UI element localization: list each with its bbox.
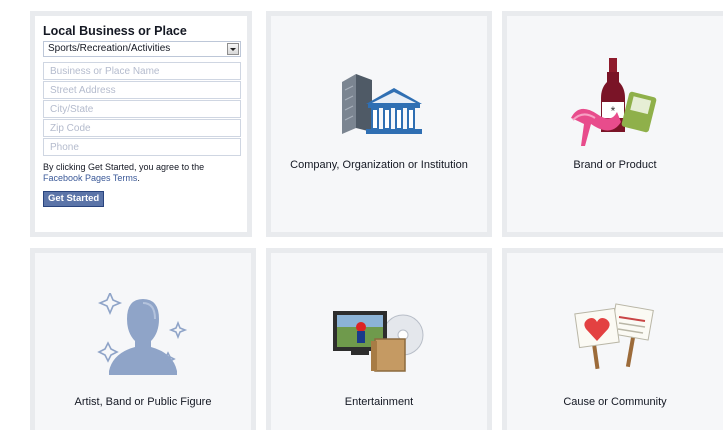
- cause-community-icon: [574, 303, 654, 370]
- artist-category-tile[interactable]: Artist, Band or Public Figure: [30, 248, 256, 430]
- business-name-input[interactable]: [43, 62, 241, 80]
- get-started-button[interactable]: Get Started: [43, 191, 105, 207]
- street-address-input[interactable]: [43, 81, 241, 99]
- category-select[interactable]: Sports/Recreation/Activities: [43, 41, 241, 57]
- entertainment-icon: [333, 311, 424, 372]
- company-category-label: Company, Organization or Institution: [290, 159, 468, 171]
- brand-category-label: Brand or Product: [573, 159, 657, 171]
- city-state-input[interactable]: [43, 100, 241, 118]
- company-category-tile[interactable]: Company, Organization or Institution: [266, 11, 492, 237]
- category-select-value: Sports/Recreation/Activities: [48, 43, 171, 54]
- local-business-tile: Local Business or Place Sports/Recreatio…: [30, 11, 252, 237]
- terms-period: .: [137, 173, 140, 183]
- zip-code-input[interactable]: [43, 119, 241, 137]
- terms-text: By clicking Get Started, you agree to th…: [43, 162, 205, 172]
- chevron-down-icon[interactable]: [227, 43, 239, 55]
- phone-input[interactable]: [43, 138, 241, 156]
- cause-category-label: Cause or Community: [563, 396, 667, 408]
- local-business-title: Local Business or Place: [43, 24, 187, 38]
- entertainment-category-label: Entertainment: [344, 396, 414, 408]
- company-building-icon: [342, 74, 422, 134]
- pages-terms-link[interactable]: Facebook Pages Terms: [43, 173, 137, 183]
- public-figure-icon: [97, 293, 188, 375]
- terms-notice: By clicking Get Started, you agree to th…: [43, 162, 241, 184]
- entertainment-category-tile[interactable]: Entertainment: [266, 248, 492, 430]
- brand-product-icon: *: [571, 58, 657, 146]
- cause-category-tile[interactable]: Cause or Community: [502, 248, 723, 430]
- brand-category-tile[interactable]: * Brand or Product: [502, 11, 723, 237]
- artist-category-label: Artist, Band or Public Figure: [74, 396, 212, 408]
- local-business-form: Local Business or Place Sports/Recreatio…: [43, 23, 241, 207]
